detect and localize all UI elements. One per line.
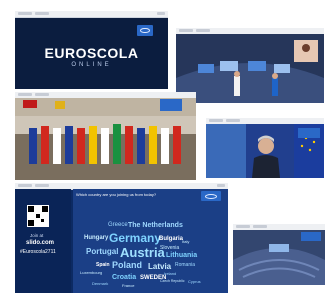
euroscola-title: EUROSCOLA	[44, 45, 139, 61]
presenter-figure	[272, 78, 278, 96]
wordcloud-word: Ireland	[164, 271, 177, 276]
poll-question: Which country are you joining us from to…	[76, 192, 157, 197]
wordcloud-word: Hungary	[84, 235, 109, 241]
wordcloud-word: Denmark	[92, 281, 109, 286]
presenter-figure	[234, 76, 240, 96]
wordcloud-word: Croatia	[112, 274, 137, 281]
euroscola-subtitle: ONLINE	[71, 62, 112, 68]
flags-scene	[15, 98, 196, 180]
hemicycle-scene	[176, 34, 324, 103]
ep-logo-icon	[201, 191, 221, 201]
hemicycle-wide-screenshot	[233, 224, 325, 285]
slido-url-link[interactable]: slido.com	[26, 240, 54, 246]
flags-chamber-screenshot	[15, 92, 196, 180]
hemicycle-wide-scene	[233, 230, 325, 285]
wordcloud-word: Romania	[175, 262, 196, 268]
wordcloud-word: France	[122, 283, 135, 288]
event-hashtag: #Euroscola2711	[20, 249, 56, 255]
wordcloud-word: Luxembourg	[80, 270, 103, 275]
ep-logo-icon	[137, 25, 153, 36]
wordcloud-word: Cyprus	[188, 279, 201, 284]
wordcloud-word: Portugal	[86, 247, 119, 256]
wordcloud-word: Greece	[108, 222, 128, 228]
wordcloud-word: Poland	[112, 260, 143, 270]
hemicycle-presenters-screenshot	[176, 28, 324, 103]
qr-code-icon	[27, 205, 49, 227]
wordcloud-word: Bulgaria	[159, 236, 184, 242]
speaker-screenshot	[206, 118, 324, 178]
join-prefix: Join at	[30, 233, 44, 238]
wordcloud-word: Latvia	[148, 262, 172, 271]
wordcloud-word: Czech Republic	[160, 279, 185, 283]
wordcloud-word: Germany	[109, 231, 162, 245]
speaker-figure	[252, 155, 280, 178]
wordcloud-word: Lithuania	[166, 252, 198, 259]
wordcloud-word: The Netherlands	[128, 222, 183, 229]
wordcloud-word: Austria	[120, 245, 165, 260]
euroscola-title-screenshot: EUROSCOLA ONLINE	[15, 11, 168, 89]
speaker-scene	[206, 124, 324, 178]
browser-toolbar	[15, 11, 168, 18]
wordcloud-word: Spain	[96, 262, 110, 268]
wordcloud-word: Italy	[182, 239, 190, 244]
